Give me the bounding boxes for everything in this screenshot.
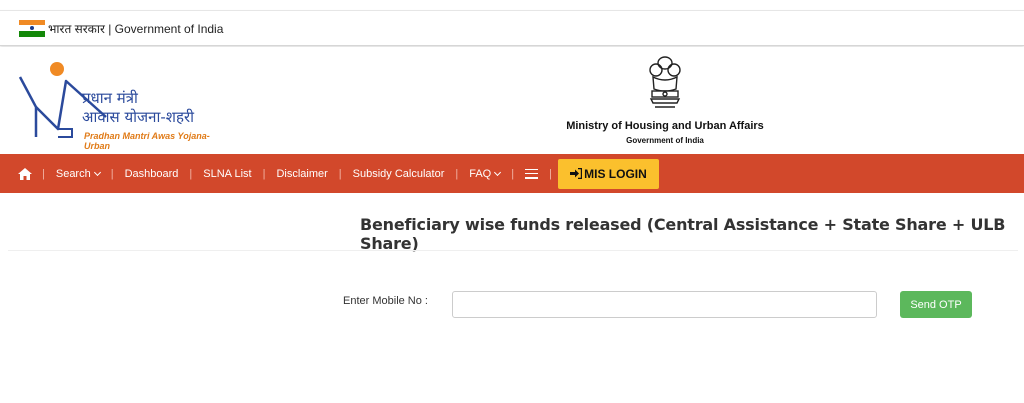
india-flag-icon (19, 19, 45, 37)
mobile-number-input[interactable] (452, 291, 877, 318)
mis-login-label: MIS LOGIN (584, 166, 647, 181)
logo-english-text: Pradhan Mantri Awas Yojana-Urban (84, 131, 210, 151)
home-icon (18, 167, 32, 180)
sign-in-icon (570, 168, 583, 179)
chevron-down-icon (93, 168, 101, 176)
page-title: Beneficiary wise funds released (Central… (360, 215, 1006, 253)
gov-of-india-text: भारत सरकार | Government of India (48, 21, 224, 36)
nav-faq-label: FAQ (469, 167, 492, 180)
mis-login-button[interactable]: MIS LOGIN (557, 158, 659, 189)
ministry-subtitle: Government of India (626, 136, 704, 145)
gov-topbar: भारत सरकार | Government of India (0, 10, 1024, 46)
section-divider (8, 250, 1018, 251)
nav-menu-toggle[interactable] (514, 154, 549, 193)
hamburger-icon (525, 168, 539, 179)
logo-hindi-line1: प्रधान मंत्री (82, 89, 138, 107)
nav-home[interactable] (12, 154, 42, 193)
nav-dashboard[interactable]: Dashboard (114, 154, 190, 193)
nav-disclaimer-label: Disclaimer (276, 167, 328, 180)
logo-hindi-line2: आवास योजना-शहरी (82, 108, 194, 126)
ministry-block: Ministry of Housing and Urban Affairs Go… (540, 53, 790, 145)
nav-faq[interactable]: FAQ (458, 154, 511, 193)
chevron-down-icon (494, 168, 502, 176)
nav-separator: | (549, 167, 552, 180)
ministry-name: Ministry of Housing and Urban Affairs (566, 120, 764, 132)
mobile-number-label: Enter Mobile No : (343, 295, 428, 307)
site-header: प्रधान मंत्री आवास योजना-शहरी Pradhan Ma… (0, 47, 1024, 154)
nav-dashboard-label: Dashboard (124, 167, 179, 180)
nav-search-label: Search (55, 167, 91, 180)
send-otp-button[interactable]: Send OTP (900, 291, 972, 318)
nav-subsidy-calculator-label: Subsidy Calculator (352, 167, 445, 180)
nav-subsidy-calculator[interactable]: Subsidy Calculator (342, 154, 456, 193)
main-navbar: | Search | Dashboard | SLNA List | Discl… (0, 154, 1024, 193)
national-emblem-icon (649, 56, 681, 108)
pmay-logo[interactable]: प्रधान मंत्री आवास योजना-शहरी Pradhan Ma… (14, 59, 224, 151)
nav-search[interactable]: Search (45, 154, 111, 193)
nav-slna-list-label: SLNA List (203, 167, 252, 180)
nav-disclaimer[interactable]: Disclaimer (265, 154, 338, 193)
nav-slna-list[interactable]: SLNA List (192, 154, 262, 193)
